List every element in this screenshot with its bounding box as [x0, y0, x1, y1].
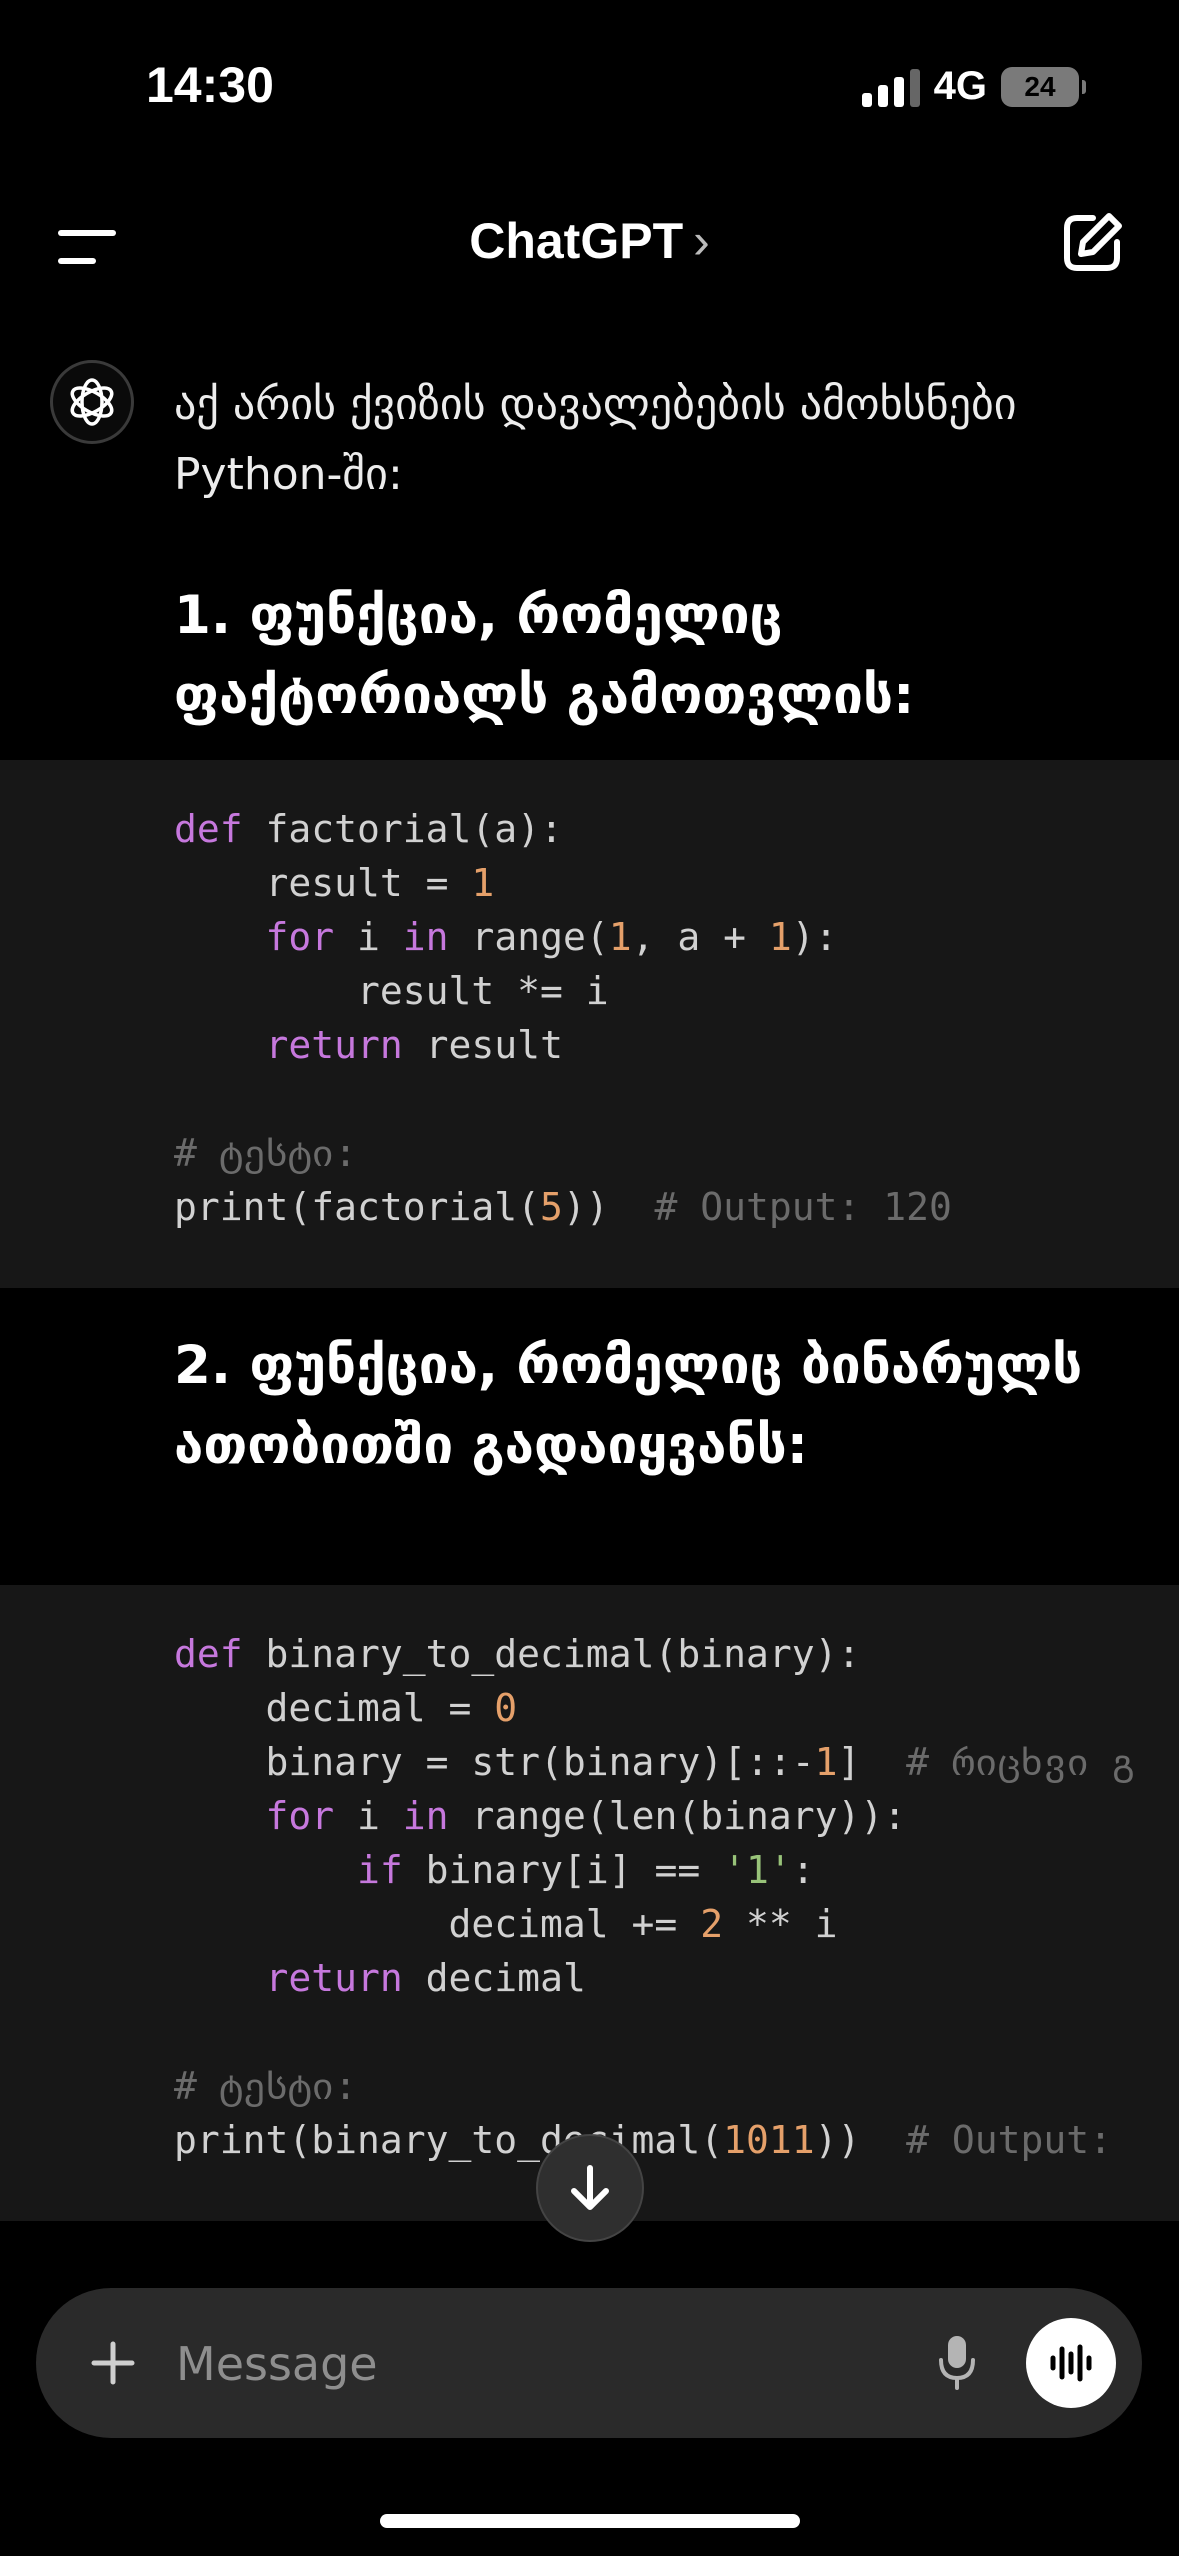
code-line: def binary_to_decimal(binary): [174, 1632, 860, 1676]
code-token: 1 [768, 915, 792, 959]
code-token: 2 [700, 1902, 724, 1946]
code-token: for [265, 1794, 335, 1838]
code-line: def factorial(a): [174, 807, 563, 851]
code-line: for i in range(1, a + 1): [174, 915, 838, 959]
chevron-right-icon: › [693, 213, 710, 269]
code-line: return decimal [174, 1956, 586, 2000]
code-content: def factorial(a): result = 1 for i in ra… [174, 802, 952, 1234]
code-token: # ტესტი: [174, 2064, 358, 2108]
code-line: return result [174, 1023, 563, 1067]
code-token: ] [837, 1740, 907, 1784]
code-line: # ტესტი: [174, 1131, 357, 1175]
battery-level: 24 [1024, 70, 1056, 102]
code-token: result *= i [174, 969, 609, 1013]
code-token: decimal = [174, 1686, 495, 1730]
code-block-binary[interactable]: def binary_to_decimal(binary): decimal =… [0, 1585, 1179, 2221]
code-token: ): [791, 915, 838, 959]
code-token: if [357, 1848, 403, 1892]
code-token: for [265, 915, 335, 959]
plus-icon[interactable] [80, 2330, 146, 2396]
code-token: range( [448, 915, 609, 959]
message-input[interactable] [174, 2328, 938, 2400]
code-token: # Output: [906, 2118, 1113, 2162]
message-composer [36, 2288, 1142, 2438]
voice-mode-button[interactable] [1026, 2318, 1116, 2408]
code-token: , a + [631, 915, 769, 959]
code-token: print(factorial( [174, 1185, 541, 1229]
code-token: binary[i] == [402, 1848, 724, 1892]
code-token: decimal += [174, 1902, 701, 1946]
code-line: print(factorial(5)) # Output: 120 [174, 1185, 952, 1229]
home-indicator [380, 2514, 800, 2528]
section-heading-1: 1. ფუნქცია, რომელიც ფაქტორიალს გამოთვლის… [174, 585, 915, 726]
code-content: def binary_to_decimal(binary): decimal =… [174, 1627, 1135, 2167]
code-token: result = [174, 861, 472, 905]
code-token: 5 [540, 1185, 563, 1229]
code-token: : [791, 1848, 815, 1892]
app-title: ChatGPT [469, 213, 684, 269]
code-token: return [265, 1956, 403, 2000]
code-block-factorial[interactable]: def factorial(a): result = 1 for i in ra… [0, 760, 1179, 1288]
code-token: ** i [723, 1902, 838, 1946]
code-token: factorial(a): [242, 807, 563, 851]
code-token: '1' [723, 1848, 792, 1892]
code-token: )) [814, 2118, 907, 2162]
code-line: result = 1 [174, 861, 495, 905]
code-token: # ტესტი: [174, 1131, 358, 1175]
code-token: return [265, 1023, 403, 1067]
code-line: decimal += 2 ** i [174, 1902, 838, 1946]
openai-logo-icon [50, 360, 134, 444]
status-indicators: 4G 24 [861, 64, 1086, 109]
network-type: 4G [933, 64, 987, 108]
arrow-down-icon [571, 2165, 609, 2210]
code-token: in [402, 1794, 449, 1838]
new-chat-icon[interactable] [1057, 208, 1127, 278]
code-token: # რიცხვი გ [906, 1740, 1135, 1784]
code-token: def [174, 807, 243, 851]
top-bar: ChatGPT › [0, 190, 1179, 300]
code-token: def [174, 1632, 243, 1676]
code-line: binary = str(binary)[::-1] # რიცხვი გ [174, 1740, 1135, 1784]
code-line: result *= i [174, 969, 609, 1013]
mic-icon[interactable] [924, 2330, 990, 2396]
scroll-down-button[interactable] [536, 2134, 644, 2242]
code-token: 1 [471, 861, 495, 905]
voice-mode-icon [1050, 2344, 1092, 2382]
code-line: for i in range(len(binary)): [174, 1794, 907, 1838]
code-token: # Output: 120 [654, 1185, 952, 1229]
code-token: 1011 [723, 2118, 815, 2162]
code-token: in [402, 915, 449, 959]
code-line: decimal = 0 [174, 1686, 518, 1730]
code-token: )) [562, 1185, 655, 1229]
code-line: print(binary_to_decimal(1011)) # Output: [174, 2118, 1112, 2162]
code-token: decimal [402, 1956, 586, 2000]
code-line: if binary[i] == '1': [174, 1848, 815, 1892]
code-token: result [402, 1023, 563, 1067]
battery-icon: 24 [1001, 66, 1086, 107]
code-token: binary_to_decimal(binary): [242, 1632, 861, 1676]
code-token: binary = str(binary)[::- [174, 1740, 815, 1784]
code-token: print(binary_to_decimal( [174, 2118, 724, 2162]
section-heading-2: 2. ფუნქცია, რომელიც ბინარულს ათობითში გა… [174, 1335, 1083, 1476]
message-intro: აქ არის ქვიზის დავალებების ამოხსნები Pyt… [174, 379, 1017, 500]
signal-icon [861, 67, 920, 107]
code-token: i [334, 1794, 403, 1838]
code-token: 0 [494, 1686, 518, 1730]
code-token: i [334, 915, 403, 959]
code-token: 1 [814, 1740, 838, 1784]
model-selector[interactable]: ChatGPT › [0, 212, 1179, 270]
status-time: 14:30 [146, 57, 274, 113]
code-token: range(len(binary)): [448, 1794, 907, 1838]
code-line: # ტესტი: [174, 2064, 357, 2108]
code-token: 1 [608, 915, 632, 959]
